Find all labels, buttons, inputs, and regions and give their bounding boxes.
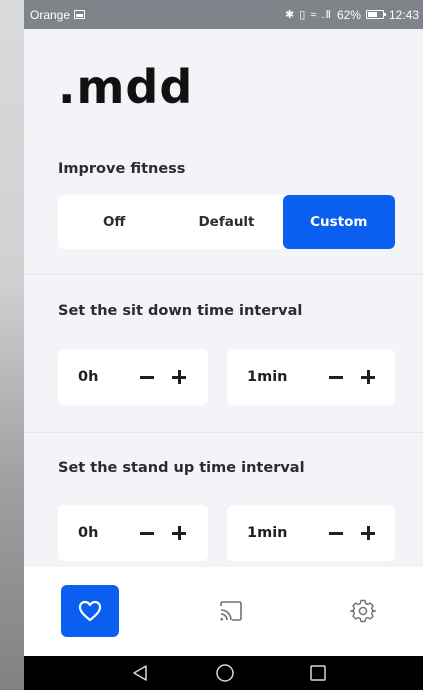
system-nav-bar — [24, 656, 423, 690]
fitness-label: Improve fitness — [58, 161, 186, 177]
clock: 12:43 — [388, 7, 419, 22]
divider — [24, 274, 423, 275]
minus-icon — [329, 375, 343, 379]
battery-fill — [367, 12, 377, 17]
sit-down-label: Set the sit down time interval — [58, 303, 303, 319]
plus-icon — [361, 526, 375, 540]
minus-icon — [140, 531, 154, 535]
settings-gear-icon — [350, 599, 376, 623]
fitness-option-default[interactable]: Default — [170, 195, 282, 249]
carrier-name: Orange — [30, 7, 71, 22]
nav-back-button[interactable] — [125, 661, 155, 685]
fitness-option-off[interactable]: Off — [58, 195, 170, 249]
plus-icon — [361, 370, 375, 384]
signal-icons: ✱ ▯ ≈ .Ⅱ — [284, 9, 332, 21]
status-right: ✱ ▯ ≈ .Ⅱ 62% 12:43 — [285, 8, 419, 22]
stand-up-minutes-stepper: 1min — [227, 505, 395, 561]
divider — [24, 432, 423, 433]
status-left: Orange — [30, 7, 86, 22]
sit-down-minutes-stepper: 1min — [227, 349, 395, 405]
back-icon — [133, 665, 147, 681]
sit-down-minutes-minus-button[interactable] — [323, 364, 349, 390]
stand-up-minutes-plus-button[interactable] — [355, 520, 381, 546]
sit-down-minutes-plus-button[interactable] — [355, 364, 381, 390]
fitness-mode-selector: Off Default Custom — [58, 195, 395, 249]
fitness-option-custom[interactable]: Custom — [282, 195, 395, 249]
bottom-tab-bar — [24, 567, 423, 656]
sit-down-minutes-value: 1min — [247, 369, 288, 385]
app-logo: .mdd — [58, 60, 194, 114]
stand-up-hours-value: 0h — [78, 525, 99, 541]
sit-down-hours-value: 0h — [78, 369, 99, 385]
background-photo — [0, 0, 24, 690]
sit-down-hours-plus-button[interactable] — [166, 364, 192, 390]
stand-up-hours-plus-button[interactable] — [166, 520, 192, 546]
battery-percent: 62% — [336, 7, 361, 22]
stand-up-minutes-minus-button[interactable] — [323, 520, 349, 546]
phone-screen: Orange ✱ ▯ ≈ .Ⅱ 62% 12:43 .mdd Improve f… — [24, 0, 423, 690]
cast-icon — [220, 601, 242, 621]
nav-home-button[interactable] — [210, 661, 240, 685]
tab-activity[interactable] — [61, 585, 119, 637]
stand-up-minutes-value: 1min — [247, 525, 288, 541]
plus-icon — [172, 526, 186, 540]
status-bar: Orange ✱ ▯ ≈ .Ⅱ 62% 12:43 — [24, 0, 423, 29]
minus-icon — [329, 531, 343, 535]
tab-cast[interactable] — [202, 585, 260, 637]
notification-icon — [74, 10, 86, 19]
sit-down-hours-stepper: 0h — [58, 349, 208, 405]
nav-recents-button[interactable] — [303, 661, 333, 685]
battery-icon — [365, 10, 386, 19]
recents-icon — [310, 665, 326, 681]
plus-icon — [172, 370, 186, 384]
minus-icon — [140, 375, 154, 379]
sit-down-hours-minus-button[interactable] — [134, 364, 160, 390]
tab-settings[interactable] — [334, 585, 392, 637]
heart-icon — [78, 600, 102, 622]
stand-up-label: Set the stand up time interval — [58, 460, 305, 476]
home-icon — [216, 664, 234, 682]
stand-up-hours-minus-button[interactable] — [134, 520, 160, 546]
stand-up-hours-stepper: 0h — [58, 505, 208, 561]
